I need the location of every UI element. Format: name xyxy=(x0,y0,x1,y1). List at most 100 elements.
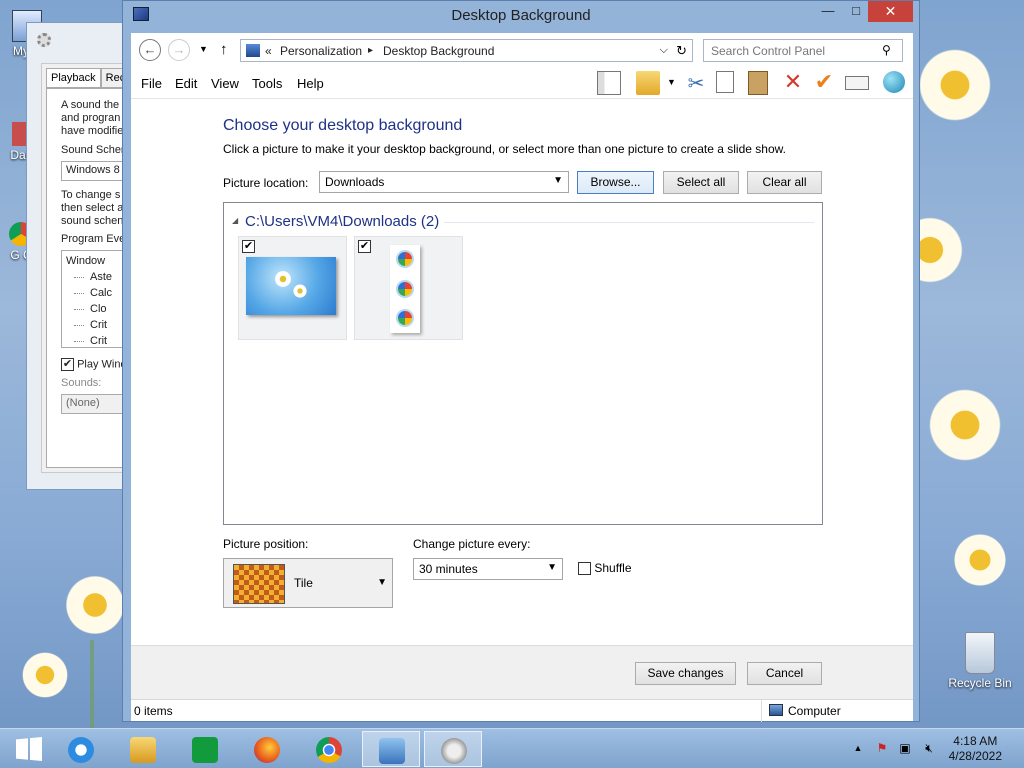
menu-file[interactable]: File xyxy=(141,76,162,91)
control-panel-icon xyxy=(379,738,405,764)
menu-help[interactable]: Help xyxy=(297,76,324,91)
tab-playback[interactable]: Playback xyxy=(46,68,101,88)
tree-item[interactable]: Aste xyxy=(66,269,128,285)
rename-icon[interactable] xyxy=(845,76,869,90)
taskbar-chrome[interactable] xyxy=(300,731,358,767)
network-icon[interactable]: ▣ xyxy=(898,741,912,755)
tree-root[interactable]: Window xyxy=(66,253,128,269)
menu-view[interactable]: View xyxy=(211,76,239,91)
windows-orb-icon xyxy=(396,250,414,268)
group-header[interactable]: C:\Users\VM4\Downloads (2) xyxy=(245,213,439,230)
chrome-icon xyxy=(316,737,342,763)
breadcrumb-personalization[interactable]: Personalization xyxy=(280,44,362,58)
taskbar-internet-explorer[interactable] xyxy=(52,731,110,767)
maximize-button[interactable]: □ xyxy=(843,1,869,22)
delete-icon[interactable]: ✕ xyxy=(781,71,805,95)
copy-icon[interactable] xyxy=(716,71,734,93)
desktop-background-window: Desktop Background — □ ✕ ← → ▼ ↑ « Perso… xyxy=(122,0,920,722)
picture-gallery[interactable]: ◢ C:\Users\VM4\Downloads (2) ✔ ✔ xyxy=(223,202,823,525)
firefox-icon xyxy=(254,737,280,763)
status-bar: 0 items Computer xyxy=(131,699,913,722)
clock-time: 4:18 AM xyxy=(953,734,998,748)
play-startup-label: Play Wind xyxy=(77,358,127,371)
picture-thumbnail[interactable]: ✔ xyxy=(354,236,463,340)
thumbnail-checkbox[interactable]: ✔ xyxy=(242,240,255,253)
page-title: Choose your desktop background xyxy=(223,117,463,134)
clock-date: 4/28/2022 xyxy=(948,749,1002,763)
taskbar-firefox[interactable] xyxy=(238,731,296,767)
desktop-daisy xyxy=(10,640,80,710)
windows-orbs-image xyxy=(390,245,420,333)
desktop-stem xyxy=(90,640,94,730)
thumbnail-checkbox[interactable]: ✔ xyxy=(358,240,371,253)
dialog-footer: Save changes Cancel xyxy=(131,645,913,699)
recent-pages-chevron-icon[interactable]: ▼ xyxy=(199,44,208,54)
breadcrumb-prefix[interactable]: « xyxy=(265,44,272,58)
folder-options-chevron-icon[interactable]: ▼ xyxy=(667,77,676,87)
address-bar[interactable]: « Personalization ▸ Desktop Background ⌵… xyxy=(240,39,693,62)
menu-edit[interactable]: Edit xyxy=(175,76,197,91)
shuffle-option[interactable]: Shuffle xyxy=(578,561,632,576)
menu-tools[interactable]: Tools xyxy=(252,76,282,91)
cut-icon[interactable]: ✂ xyxy=(684,71,708,95)
play-startup-checkbox[interactable]: ✔ xyxy=(61,358,74,371)
group-collapse-icon[interactable]: ◢ xyxy=(232,216,238,225)
daisy-wallpaper-image xyxy=(246,257,336,315)
browse-button[interactable]: Browse... xyxy=(577,171,654,194)
start-button[interactable] xyxy=(0,731,58,767)
system-clock[interactable]: 4:18 AM 4/28/2022 xyxy=(949,734,1002,764)
breadcrumb-desktop-background[interactable]: Desktop Background xyxy=(383,44,494,58)
sound-settings-icon xyxy=(37,33,51,47)
change-picture-value: 30 minutes xyxy=(419,562,478,576)
address-dropdown-icon[interactable]: ⌵ xyxy=(660,44,668,57)
desktop-icon-label: Recycle Bin xyxy=(948,676,1012,690)
title-bar[interactable]: Desktop Background — □ ✕ xyxy=(123,1,919,31)
close-button[interactable]: ✕ xyxy=(868,1,913,22)
menu-bar: File Edit View Tools Help ▼ ✂ ✕ ✔ xyxy=(131,67,913,99)
picture-position-select[interactable]: Tile ▼ xyxy=(223,558,393,608)
folder-icon xyxy=(130,737,156,763)
shuffle-checkbox[interactable] xyxy=(578,562,591,576)
action-center-flag-icon[interactable]: ⚑ xyxy=(875,741,889,755)
computer-icon xyxy=(769,704,783,716)
paste-icon[interactable] xyxy=(748,71,768,95)
select-all-button[interactable]: Select all xyxy=(663,171,739,194)
cancel-button[interactable]: Cancel xyxy=(747,662,822,685)
refresh-icon[interactable]: ↻ xyxy=(676,43,687,59)
group-divider xyxy=(444,222,814,223)
up-arrow-icon[interactable]: ↑ xyxy=(220,41,228,58)
picture-thumbnail[interactable]: ✔ xyxy=(238,236,347,340)
daisy-flower xyxy=(290,281,310,301)
desktop-icon-recycle-bin[interactable]: Recycle Bin xyxy=(940,632,1020,690)
layout-pane-icon[interactable] xyxy=(597,71,621,95)
search-icon[interactable]: ⚲ xyxy=(882,43,891,57)
tree-item[interactable]: Crit xyxy=(66,333,128,349)
show-hidden-icons-icon[interactable]: ▲ xyxy=(851,741,865,755)
tree-item[interactable]: Clo xyxy=(66,301,128,317)
taskbar-store[interactable] xyxy=(176,731,234,767)
breadcrumb-separator: ▸ xyxy=(368,45,374,56)
change-picture-select[interactable]: 30 minutes ▼ xyxy=(413,558,563,580)
save-changes-button[interactable]: Save changes xyxy=(635,662,736,685)
desktop-daisy xyxy=(940,520,1020,600)
chevron-down-icon: ▼ xyxy=(547,562,557,573)
sound-tab-panel: A sound the and progran have modifie Sou… xyxy=(46,88,134,468)
tree-item[interactable]: Crit xyxy=(66,317,128,333)
picture-location-select[interactable]: Downloads ▼ xyxy=(319,171,569,193)
minimize-button[interactable]: — xyxy=(815,1,841,22)
back-button[interactable]: ← xyxy=(139,39,161,61)
taskbar-sound[interactable] xyxy=(424,731,482,767)
windows-orb-icon xyxy=(396,280,414,298)
tree-item[interactable]: Calc xyxy=(66,285,128,301)
folder-options-icon[interactable] xyxy=(636,71,660,95)
globe-icon[interactable] xyxy=(883,71,905,93)
control-panel-small-icon xyxy=(246,44,260,57)
taskbar-file-explorer[interactable] xyxy=(114,731,172,767)
forward-button[interactable]: → xyxy=(168,39,190,61)
taskbar-control-panel[interactable] xyxy=(362,731,420,767)
picture-location-label: Picture location: xyxy=(223,176,309,190)
properties-checkmark-icon[interactable]: ✔ xyxy=(812,71,836,95)
clear-all-button[interactable]: Clear all xyxy=(747,171,822,194)
search-input[interactable]: Search Control Panel xyxy=(703,39,903,62)
volume-muted-icon[interactable]: 🔇︎ xyxy=(922,741,936,755)
